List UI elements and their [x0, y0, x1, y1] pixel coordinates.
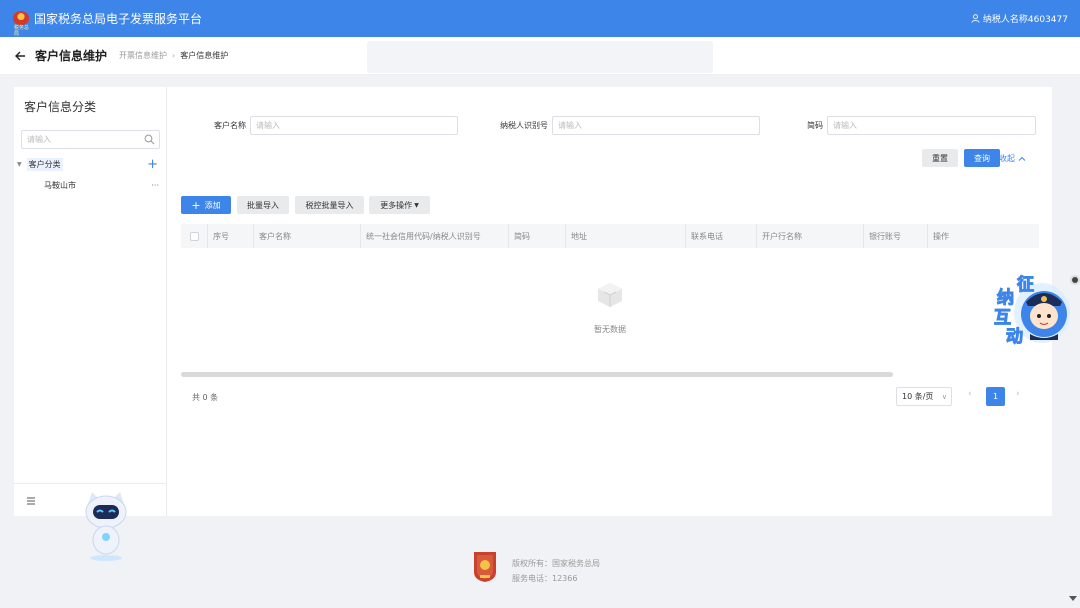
copyright-text: 版权所有：国家税务总局 — [512, 559, 600, 568]
column-header: 银行账号 — [864, 224, 928, 248]
more-actions-button[interactable]: 更多操作 ▼ — [369, 196, 430, 214]
breadcrumb-item[interactable]: 开票信息维护 — [119, 50, 167, 61]
mascot-char: 动 — [1006, 327, 1024, 348]
customer-name-label: 客户名称 — [214, 121, 246, 130]
column-header: 地址 — [566, 224, 686, 248]
robot-assistant-icon[interactable] — [82, 490, 130, 562]
column-header: 统一社会信用代码/纳税人识别号 — [361, 224, 509, 248]
empty-state: 暂无数据 — [181, 248, 1039, 366]
search-icon[interactable] — [144, 134, 155, 145]
next-page-icon[interactable]: › — [1016, 389, 1020, 399]
horizontal-scrollbar[interactable] — [181, 372, 893, 377]
add-button-label: 添加 — [204, 200, 221, 210]
caret-down-icon: ▼ — [414, 201, 419, 209]
tax-interaction-mascot[interactable]: 征 纳 互 动 — [992, 270, 1072, 348]
total-count: 共 0 条 — [192, 393, 219, 402]
table-header: 序号 客户名称 统一社会信用代码/纳税人识别号 简码 地址 联系电话 开户行名称… — [181, 224, 1039, 248]
sidebar-divider — [14, 483, 167, 484]
category-sidebar: 客户信息分类 请输入 ▼ 客户分类 + 马鞍山市 ··· — [14, 87, 167, 516]
column-header: 开户行名称 — [757, 224, 864, 248]
tree-child-label[interactable]: 马鞍山市 — [44, 180, 76, 191]
chevron-down-icon: ∨ — [941, 392, 947, 401]
mascot-char: 征 — [1017, 275, 1035, 296]
scroll-indicator[interactable] — [1070, 275, 1080, 285]
short-code-label: 简码 — [807, 121, 823, 130]
add-category-icon[interactable]: + — [147, 158, 158, 171]
page-button-current[interactable]: 1 — [986, 387, 1005, 406]
select-all-cell — [181, 224, 208, 248]
customer-name-input[interactable]: 请输入 — [250, 116, 458, 135]
tax-id-label: 纳税人识别号 — [500, 121, 548, 130]
chevron-up-icon[interactable] — [1018, 155, 1026, 163]
more-dots-icon[interactable]: ··· — [151, 181, 159, 190]
caret-down-icon[interactable]: ▼ — [17, 161, 22, 168]
footer-info: 版权所有：国家税务总局 服务电话：12366 — [512, 556, 600, 586]
more-actions-label: 更多操作 — [380, 200, 413, 210]
main-panel: 客户名称 请输入 纳税人识别号 请输入 简码 请输入 重置 查询 收起 + 添加… — [167, 87, 1052, 516]
scroll-down-arrow-icon[interactable] — [1069, 596, 1077, 601]
query-button[interactable]: 查询 — [964, 149, 1000, 167]
user-icon — [971, 14, 980, 23]
customer-table: 序号 客户名称 统一社会信用代码/纳税人识别号 简码 地址 联系电话 开户行名称… — [181, 224, 1039, 366]
page-title: 客户信息维护 — [35, 49, 108, 63]
short-code-input[interactable]: 请输入 — [827, 116, 1036, 135]
user-name: 纳税人名称4603477 — [982, 15, 1068, 25]
sidebar-search-input[interactable]: 请输入 — [21, 130, 160, 149]
tax-batch-import-button[interactable]: 税控批量导入 — [295, 196, 364, 214]
short-code-field: 简码 请输入 — [807, 116, 1036, 135]
plus-icon: + — [191, 198, 201, 212]
sidebar-search-placeholder: 请输入 — [27, 135, 51, 144]
breadcrumb: 开票信息维护 › 客户信息维护 — [119, 50, 228, 61]
breadcrumb-separator: › — [172, 51, 176, 60]
content-card: 客户信息分类 请输入 ▼ 客户分类 + 马鞍山市 ··· 客户名称 请输入 纳税… — [14, 87, 1052, 516]
top-header: 税务总局 国家税务总局电子发票服务平台 纳税人名称4603477 — [0, 0, 1080, 37]
tree-root-label[interactable]: 客户分类 — [26, 158, 63, 171]
emblem-tag: 税务总局 — [14, 24, 30, 37]
sidebar-title: 客户信息分类 — [24, 100, 97, 114]
tree-node-root[interactable]: ▼ 客户分类 + — [17, 157, 163, 172]
reset-button[interactable]: 重置 — [922, 149, 958, 167]
column-header: 序号 — [208, 224, 254, 248]
select-all-checkbox[interactable] — [189, 231, 199, 241]
page-size-select[interactable]: 10 条/页 ∨ — [896, 387, 952, 406]
breadcrumb-current: 客户信息维护 — [180, 51, 229, 60]
batch-import-button[interactable]: 批量导入 — [237, 196, 289, 214]
prev-page-icon[interactable]: ‹ — [968, 389, 972, 399]
collapse-label[interactable]: 收起 — [999, 153, 1015, 164]
tax-id-input[interactable]: 请输入 — [552, 116, 760, 135]
menu-icon[interactable] — [26, 496, 36, 506]
app-title: 国家税务总局电子发票服务平台 — [34, 12, 203, 26]
back-arrow-icon[interactable] — [14, 50, 26, 62]
column-header: 操作 — [933, 231, 949, 241]
page-size-value: 10 条/页 — [902, 392, 934, 401]
tree-node-child[interactable]: 马鞍山市 ··· — [44, 178, 162, 193]
add-button[interactable]: + 添加 — [181, 196, 231, 214]
collapse-toggle[interactable]: 收起 — [999, 153, 1026, 164]
customer-name-field: 客户名称 请输入 — [214, 116, 458, 135]
national-emblem-icon: 税务总局 — [13, 10, 29, 37]
empty-text: 暂无数据 — [594, 324, 626, 334]
user-menu[interactable]: 纳税人名称4603477 — [971, 12, 1068, 25]
page-header: 客户信息维护 开票信息维护 › 客户信息维护 — [0, 37, 1080, 75]
tax-id-field: 纳税人识别号 请输入 — [500, 116, 760, 135]
empty-box-icon — [598, 282, 622, 307]
toast-message — [367, 41, 713, 73]
service-phone-text: 服务电话：12366 — [512, 574, 578, 583]
tax-bureau-logo — [474, 552, 496, 582]
column-header: 简码 — [509, 224, 566, 248]
column-header: 客户名称 — [254, 224, 361, 248]
column-header: 联系电话 — [686, 224, 757, 248]
